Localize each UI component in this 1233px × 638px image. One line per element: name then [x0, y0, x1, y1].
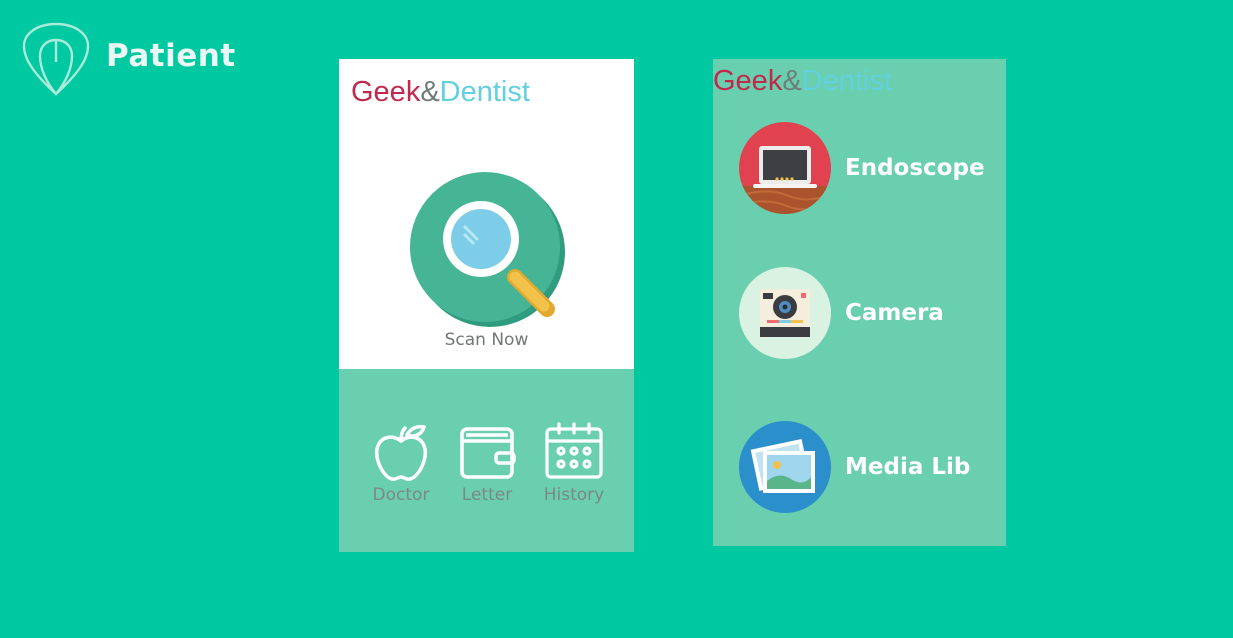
monitor-icon — [739, 122, 831, 214]
menu-endoscope[interactable]: Endoscope — [739, 122, 985, 214]
menu-camera[interactable]: Camera — [739, 267, 944, 359]
camera-icon — [739, 267, 831, 359]
nav-history-label: History — [543, 485, 605, 505]
photos-icon — [739, 421, 831, 513]
calendar-icon — [545, 422, 603, 479]
nav-letter[interactable]: Letter — [447, 421, 527, 505]
app-logo: Geek&Dentist — [351, 76, 530, 109]
nav-letter-label: Letter — [461, 485, 513, 505]
menu-media-lib[interactable]: Media Lib — [739, 421, 970, 513]
capture-screen: Geek&Dentist Endoscope Camera Media Lib — [713, 59, 1006, 546]
logo-geek: Geek — [713, 65, 783, 97]
menu-media-lib-label: Media Lib — [845, 454, 971, 480]
logo-geek: Geek — [351, 76, 421, 108]
home-bottom-nav: Doctor Letter History — [339, 369, 634, 552]
logo-dentist: Dentist — [801, 65, 892, 97]
nav-doctor[interactable]: Doctor — [361, 421, 441, 505]
brand-header: Patient — [22, 22, 236, 96]
logo-amp: & — [782, 65, 802, 97]
app-logo: Geek&Dentist — [713, 65, 892, 98]
nav-history[interactable]: History — [534, 421, 614, 505]
home-screen: Geek&Dentist Scan Now Doctor Letter Hist… — [339, 59, 634, 552]
brand-title: Patient — [106, 38, 236, 74]
apple-icon — [374, 424, 428, 481]
scan-now-button[interactable] — [407, 169, 569, 331]
logo-amp: & — [420, 76, 440, 108]
logo-dentist: Dentist — [439, 76, 530, 108]
nav-doctor-label: Doctor — [372, 485, 430, 505]
scan-now-label: Scan Now — [444, 330, 529, 350]
menu-endoscope-label: Endoscope — [845, 155, 985, 181]
wallet-icon — [460, 427, 516, 479]
menu-camera-label: Camera — [845, 300, 944, 326]
home-top-panel: Geek&Dentist Scan Now — [339, 59, 634, 369]
tooth-pin-logo-icon — [22, 22, 90, 96]
